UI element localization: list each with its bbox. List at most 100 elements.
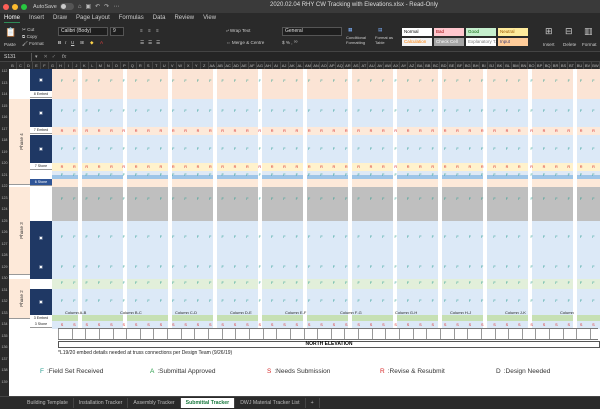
fill-color-icon[interactable]: ◆ bbox=[90, 40, 94, 46]
status-cell[interactable]: F bbox=[589, 79, 597, 83]
status-cell[interactable]: F bbox=[416, 235, 424, 239]
status-cell[interactable]: R bbox=[256, 165, 264, 169]
status-cell[interactable]: F bbox=[268, 147, 276, 151]
status-cell[interactable]: R bbox=[194, 165, 202, 169]
column-header[interactable]: Q bbox=[129, 62, 137, 69]
column-header[interactable]: F bbox=[41, 62, 49, 69]
status-cell[interactable]: F bbox=[392, 299, 400, 303]
status-cell[interactable]: R bbox=[70, 165, 78, 169]
status-cell[interactable]: F bbox=[194, 109, 202, 113]
status-cell[interactable]: F bbox=[503, 235, 511, 239]
delete-cells-icon[interactable]: ⊟ bbox=[565, 26, 573, 37]
status-cell[interactable]: F bbox=[528, 281, 536, 285]
status-cell[interactable]: F bbox=[454, 173, 462, 177]
status-cell[interactable]: F bbox=[83, 235, 91, 239]
status-cell[interactable]: F bbox=[157, 109, 165, 113]
status-cell[interactable]: R bbox=[355, 129, 363, 133]
status-cell[interactable]: F bbox=[132, 197, 140, 201]
column-header[interactable]: AF bbox=[249, 62, 257, 69]
status-cell[interactable]: F bbox=[132, 265, 140, 269]
status-cell[interactable]: F bbox=[256, 109, 264, 113]
column-header[interactable]: AS bbox=[352, 62, 361, 69]
status-cell[interactable]: S bbox=[293, 323, 301, 327]
status-cell[interactable]: F bbox=[157, 299, 165, 303]
status-cell[interactable]: R bbox=[515, 165, 523, 169]
status-cell[interactable]: R bbox=[107, 129, 115, 133]
status-cell[interactable]: F bbox=[466, 265, 474, 269]
status-cell[interactable]: F bbox=[305, 265, 313, 269]
status-cell[interactable]: F bbox=[157, 197, 165, 201]
status-cell[interactable]: F bbox=[231, 197, 239, 201]
cell-style-neutral[interactable]: Neutral bbox=[498, 28, 528, 36]
row-header[interactable]: 129 bbox=[0, 265, 9, 270]
column-header[interactable]: AN bbox=[312, 62, 321, 69]
status-cell[interactable]: F bbox=[256, 281, 264, 285]
column-header[interactable]: C bbox=[17, 62, 25, 69]
column-header[interactable]: AC bbox=[225, 62, 233, 69]
column-header[interactable]: AB bbox=[217, 62, 225, 69]
status-cell[interactable]: R bbox=[404, 129, 412, 133]
status-cell[interactable]: F bbox=[231, 265, 239, 269]
status-cell[interactable]: F bbox=[429, 235, 437, 239]
status-cell[interactable]: S bbox=[577, 323, 585, 327]
status-cell[interactable]: R bbox=[416, 165, 424, 169]
status-cell[interactable]: R bbox=[589, 165, 597, 169]
status-cell[interactable]: F bbox=[157, 173, 165, 177]
status-cell[interactable]: F bbox=[404, 299, 412, 303]
row-header[interactable]: 117 bbox=[0, 127, 9, 132]
column-header[interactable]: AX bbox=[392, 62, 401, 69]
status-cell[interactable]: F bbox=[367, 79, 375, 83]
status-cell[interactable]: F bbox=[305, 281, 313, 285]
status-cell[interactable]: F bbox=[120, 197, 128, 201]
status-cell[interactable]: S bbox=[466, 323, 474, 327]
column-header[interactable]: BQ bbox=[544, 62, 553, 69]
status-cell[interactable]: S bbox=[95, 323, 103, 327]
status-cell[interactable]: R bbox=[342, 129, 350, 133]
status-cell[interactable]: F bbox=[342, 173, 350, 177]
status-cell[interactable]: F bbox=[120, 281, 128, 285]
status-cell[interactable]: R bbox=[107, 165, 115, 169]
column-header[interactable]: AQ bbox=[336, 62, 345, 69]
cell-style-normal[interactable]: Normal bbox=[402, 28, 432, 36]
status-cell[interactable]: F bbox=[169, 197, 177, 201]
status-cell[interactable]: R bbox=[404, 165, 412, 169]
status-cell[interactable]: S bbox=[404, 323, 412, 327]
status-cell[interactable]: S bbox=[318, 323, 326, 327]
align-left-icon[interactable]: ☰ bbox=[140, 40, 144, 46]
status-cell[interactable]: R bbox=[83, 165, 91, 169]
status-cell[interactable]: F bbox=[342, 235, 350, 239]
status-cell[interactable]: F bbox=[145, 265, 153, 269]
status-cell[interactable]: F bbox=[194, 235, 202, 239]
status-cell[interactable]: F bbox=[577, 79, 585, 83]
status-cell[interactable]: F bbox=[83, 197, 91, 201]
status-cell[interactable]: R bbox=[219, 165, 227, 169]
format-painter-button[interactable]: 🖌 Format bbox=[22, 41, 44, 47]
status-cell[interactable]: R bbox=[95, 129, 103, 133]
status-cell[interactable]: F bbox=[577, 147, 585, 151]
status-cell[interactable]: R bbox=[577, 165, 585, 169]
home-icon[interactable]: ⌂ bbox=[78, 4, 82, 10]
status-cell[interactable]: F bbox=[454, 109, 462, 113]
paste-button[interactable]: Paste bbox=[4, 42, 16, 47]
status-cell[interactable]: F bbox=[95, 173, 103, 177]
status-cell[interactable]: F bbox=[169, 235, 177, 239]
status-cell[interactable]: R bbox=[268, 165, 276, 169]
status-cell[interactable]: F bbox=[503, 109, 511, 113]
column-header[interactable]: L bbox=[89, 62, 97, 69]
status-cell[interactable]: F bbox=[552, 79, 560, 83]
column-header[interactable]: W bbox=[177, 62, 185, 69]
status-cell[interactable]: F bbox=[243, 79, 251, 83]
status-cell[interactable]: R bbox=[503, 165, 511, 169]
italic-button[interactable]: I bbox=[65, 40, 66, 45]
font-size-select[interactable]: 9 bbox=[110, 27, 124, 36]
status-cell[interactable]: F bbox=[194, 281, 202, 285]
status-cell[interactable]: F bbox=[243, 147, 251, 151]
status-cell[interactable]: F bbox=[515, 299, 523, 303]
status-cell[interactable]: F bbox=[132, 173, 140, 177]
status-cell[interactable]: F bbox=[194, 265, 202, 269]
status-cell[interactable]: F bbox=[342, 109, 350, 113]
column-header[interactable]: U bbox=[161, 62, 169, 69]
status-cell[interactable]: F bbox=[330, 281, 338, 285]
status-cell[interactable]: F bbox=[206, 197, 214, 201]
status-cell[interactable]: F bbox=[243, 197, 251, 201]
